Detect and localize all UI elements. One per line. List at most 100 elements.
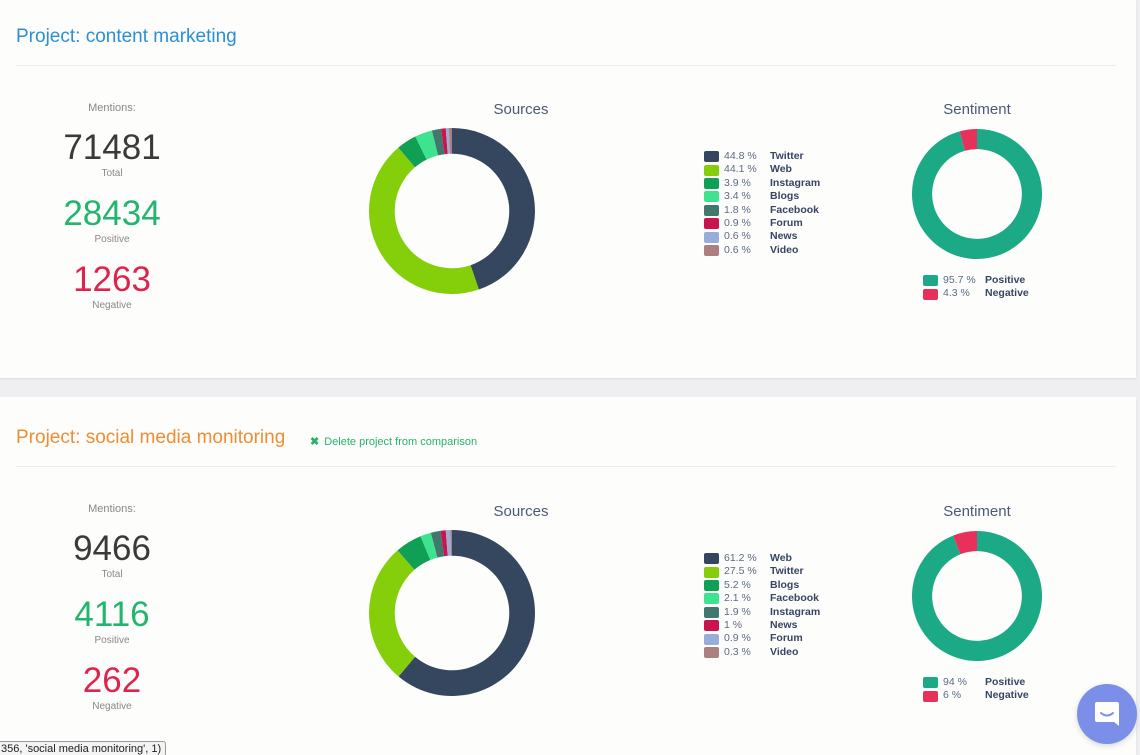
legend-swatch [923,677,938,689]
legend-item-instagram[interactable]: 3.9 % Instagram [704,177,820,190]
legend-item-news[interactable]: 0.6 % News [704,230,820,243]
legend-swatch [923,690,938,702]
negative-mentions-value: 262 [82,661,142,700]
legend-item-blogs[interactable]: 3.4 % Blogs [704,190,820,203]
legend-item-forum[interactable]: 0.9 % Forum [704,217,820,230]
legend-swatch [704,164,719,176]
legend-item-video[interactable]: 0.6 % Video [704,244,820,257]
legend-percent: 0.6 % [724,230,751,243]
donut-slice-twitter[interactable] [452,128,535,290]
legend-percent: 61.2 % [724,552,757,564]
legend-swatch [923,275,938,287]
legend-swatch [704,580,719,592]
total-mentions-value: 71481 [63,128,161,167]
sources-legend: 61.2 % Web 27.5 % Twitter 5.2 % Blogs 2.1 % Fac… [704,552,820,659]
legend-label: News [770,619,798,632]
mentions-label: Mentions: [88,503,136,515]
legend-swatch [704,553,719,565]
legend-label: Twitter [770,565,804,578]
positive-mentions-value: 4116 [74,595,150,634]
legend-item-positive[interactable]: 95.7 % Positive [923,274,1029,287]
legend-label: Forum [770,632,803,645]
legend-percent: 44.1 % [724,163,757,176]
project-title: Project: social media monitoring [16,427,286,448]
legend-item-blogs[interactable]: 5.2 % Blogs [704,579,820,592]
legend-item-positive[interactable]: 94 % Positive [923,676,1029,689]
legend-swatch [704,218,719,230]
chat-button[interactable] [1077,684,1137,744]
sentiment-title: Sentiment [943,503,1011,520]
mentions-stats: Mentions: 71481 Total 28434 Positive 126… [40,102,184,311]
donut-slice-web[interactable] [369,147,479,294]
legend-percent: 0.6 % [724,243,751,256]
legend-label: Negative [985,689,1029,702]
donut-slice-twitter[interactable] [369,550,416,677]
legend-item-video[interactable]: 0.3 % Video [704,646,820,659]
sentiment-legend: 95.7 % Positive 4.3 % Negative [923,274,1029,301]
legend-label: Web [770,163,792,176]
legend-percent: 6 % [943,689,962,702]
legend-swatch [704,151,719,163]
sources-title: Sources [493,101,549,118]
legend-label: Video [770,243,799,256]
legend-label: Blogs [770,578,800,591]
legend-label: Positive [985,676,1026,688]
legend-percent: 5.2 % [724,578,751,591]
sources-legend: 44.8 % Twitter 44.1 % Web 3.9 % Instagram 3.4 … [704,150,820,257]
legend-item-negative[interactable]: 6 % Negative [923,689,1029,702]
legend-item-web[interactable]: 61.2 % Web [704,552,820,565]
legend-swatch [704,633,719,645]
sources-donut-chart [369,530,535,696]
legend-swatch [704,647,719,659]
legend-item-twitter[interactable]: 27.5 % Twitter [704,565,820,578]
sentiment-donut-chart [912,531,1042,661]
legend-label: News [770,230,798,243]
legend-percent: 1.9 % [724,605,751,618]
positive-mentions-value: 28434 [63,194,161,233]
legend-swatch [704,620,719,632]
project-card-content-marketing: Project: content marketing Mentions: 714… [0,0,1136,378]
negative-label: Negative [92,701,132,712]
legend-item-forum[interactable]: 0.9 % Forum [704,632,820,645]
legend-item-negative[interactable]: 4.3 % Negative [923,287,1029,300]
legend-item-instagram[interactable]: 1.9 % Instagram [704,606,820,619]
negative-label: Negative [92,300,132,311]
legend-item-facebook[interactable]: 1.8 % Facebook [704,204,820,217]
legend-percent: 0.9 % [724,632,751,645]
legend-item-twitter[interactable]: 44.8 % Twitter [704,150,820,163]
sentiment-legend: 94 % Positive 6 % Negative [923,676,1029,703]
mentions-stats: Mentions: 9466 Total 4116 Positive 262 N… [40,503,184,712]
legend-percent: 4.3 % [943,287,970,300]
legend-percent: 94 % [943,676,967,688]
legend-label: Blogs [770,190,800,203]
divider [16,65,1116,66]
legend-percent: 44.8 % [724,150,757,162]
legend-percent: 1.8 % [724,203,751,216]
total-mentions-value: 9466 [73,529,151,568]
sources-title: Sources [493,503,549,520]
legend-swatch [704,606,719,618]
sentiment-donut-chart [912,129,1042,259]
chat-icon [1095,702,1119,726]
legend-percent: 1 % [724,619,743,632]
legend-swatch [704,191,719,203]
legend-item-news[interactable]: 1 % News [704,619,820,632]
legend-swatch [704,204,719,216]
legend-label: Web [770,552,792,564]
legend-label: Instagram [770,605,821,618]
legend-percent: 95.7 % [943,274,976,286]
legend-percent: 3.9 % [724,176,751,189]
legend-item-web[interactable]: 44.1 % Web [704,163,820,176]
legend-percent: 0.9 % [724,217,751,230]
positive-label: Positive [94,234,130,245]
legend-label: Instagram [770,176,821,189]
legend-label: Forum [770,217,803,230]
legend-item-facebook[interactable]: 2.1 % Facebook [704,592,820,605]
sentiment-title: Sentiment [943,101,1011,118]
legend-percent: 2.1 % [724,592,751,605]
legend-label: Negative [985,287,1029,300]
legend-percent: 27.5 % [724,565,757,578]
delete-project-button[interactable]: ✖ Delete project from comparison [310,435,477,448]
mentions-label: Mentions: [88,102,136,114]
project-card-social-media-monitoring: Project: social media monitoring ✖ Delete… [0,397,1136,755]
